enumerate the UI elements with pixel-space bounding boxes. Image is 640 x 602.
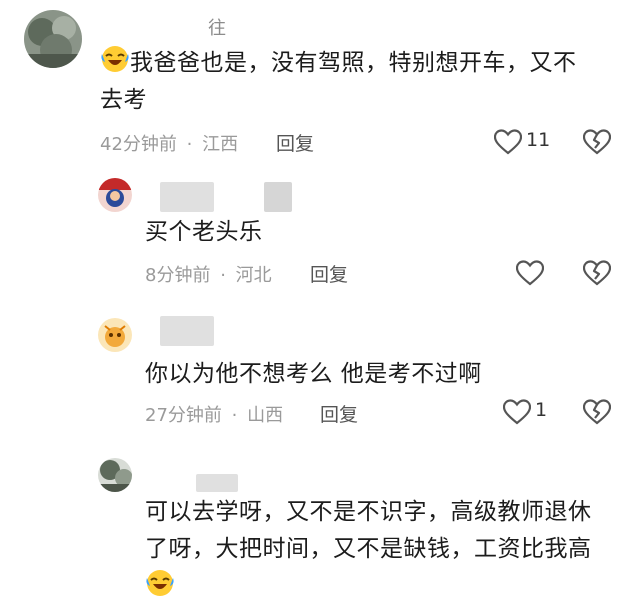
meta-separator: · [220,265,226,286]
avatar[interactable] [24,10,82,68]
comment-text: 买个老头乐 [145,219,263,245]
avatar[interactable] [98,318,132,352]
username-blurred-extra [264,182,292,212]
like-count: 1 [535,399,548,421]
laughing-crying-emoji-icon [100,44,130,85]
broken-heart-icon[interactable] [583,260,611,286]
username-blurred[interactable] [160,182,214,212]
like-count: 11 [526,129,551,151]
comment-text-line2: 了呀，大把时间，又不是缺钱，工资比我高 [145,536,592,562]
avatar[interactable] [98,458,132,492]
reply-button[interactable]: 回复 [276,129,314,156]
meta-separator: · [186,134,193,155]
timestamp: 8分钟前 [145,265,211,286]
comment-text-line1: 可以去学呀，又不是不识字，高级教师退休 [145,499,592,525]
timestamp: 42分钟前 [100,134,177,155]
timestamp: 27分钟前 [145,405,222,426]
broken-heart-icon[interactable] [583,129,611,155]
username-blurred[interactable] [160,316,214,346]
comment-meta: 27分钟前 · 山西 [145,401,283,427]
laughing-crying-emoji-icon [145,568,175,602]
location: 江西 [202,134,239,155]
comment-meta: 8分钟前 · 河北 [145,261,272,287]
location: 河北 [235,265,272,286]
heart-outline-icon[interactable] [494,129,522,155]
broken-heart-icon[interactable] [583,399,611,425]
username-blurred[interactable] [196,474,238,492]
heart-outline-icon[interactable] [503,399,531,425]
comment-text: 你以为他不想考么 他是考不过啊 [145,361,482,387]
heart-outline-icon[interactable] [516,260,544,286]
reply-button[interactable]: 回复 [320,400,358,427]
location: 山西 [247,405,284,426]
reply-button[interactable]: 回复 [310,260,348,287]
comment-meta: 42分钟前 · 江西 [100,130,238,156]
username[interactable]: 往 [208,14,226,40]
avatar[interactable] [98,178,132,212]
comment-text: 我爸爸也是，没有驾照，特别想开车，又不 [100,44,620,85]
comment-text-line2: 去考 [100,87,147,113]
meta-separator: · [231,405,238,426]
comment-text-line1: 我爸爸也是，没有驾照，特别想开车，又不 [130,50,577,76]
